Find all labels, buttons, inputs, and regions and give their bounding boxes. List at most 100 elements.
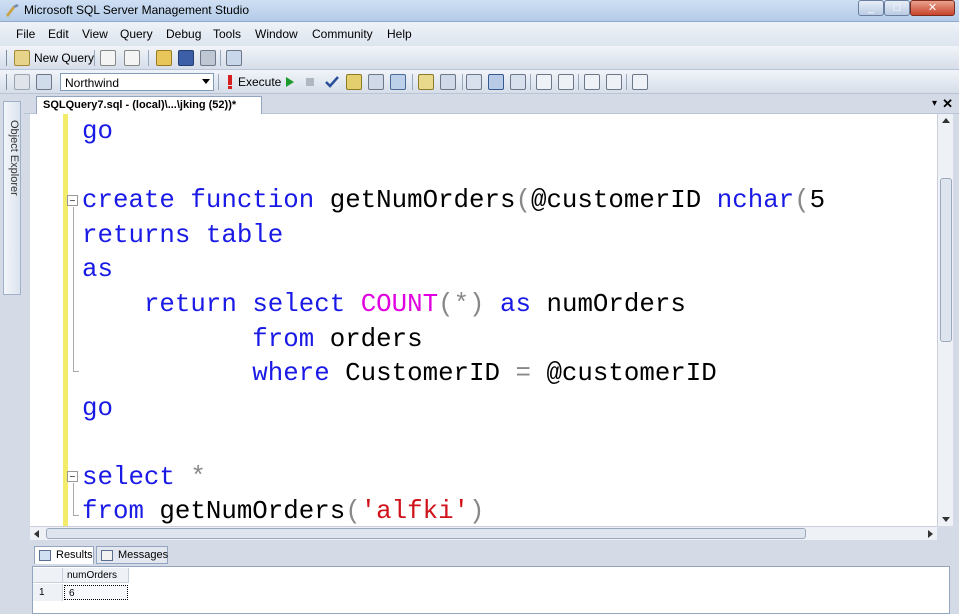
menu-community[interactable]: Community [312, 27, 373, 41]
menu-edit[interactable]: Edit [48, 27, 69, 41]
change-tracking-bar [63, 114, 68, 526]
increase-indent-icon[interactable] [606, 74, 622, 90]
query-editor[interactable]: go create function getNumOrders(@customer… [30, 114, 937, 526]
results-to-file-icon[interactable] [510, 74, 526, 90]
new-file-icon[interactable] [100, 50, 116, 66]
change-connection-icon[interactable] [36, 74, 52, 90]
menu-window[interactable]: Window [255, 27, 298, 41]
execute-button[interactable]: Execute [238, 75, 281, 89]
print-icon[interactable] [200, 50, 216, 66]
code-token: * [190, 463, 206, 492]
results-to-grid-icon[interactable] [488, 74, 504, 90]
activity-monitor-icon[interactable] [226, 50, 242, 66]
toolbar-separator [530, 74, 531, 90]
code-token: ( [515, 186, 531, 215]
tab-sqlquery7[interactable]: SQLQuery7.sql - (local)\...\jking (52))* [36, 96, 262, 114]
scroll-up-icon[interactable] [942, 118, 950, 123]
results-to-text-icon[interactable] [466, 74, 482, 90]
code-token: ) [469, 497, 485, 526]
outline-end [73, 371, 79, 372]
parse-checkmark-icon[interactable] [324, 74, 340, 90]
code-line: return select COUNT(*) as numOrders [82, 287, 686, 322]
toolbar-separator [578, 74, 579, 90]
menu-view[interactable]: View [82, 27, 108, 41]
scroll-down-icon[interactable] [942, 517, 950, 522]
maximize-button[interactable]: □ [884, 0, 910, 16]
minimize-button[interactable]: _ [858, 0, 884, 16]
editor-horizontal-scrollbar[interactable] [30, 526, 937, 540]
estimated-plan-icon[interactable] [346, 74, 362, 90]
database-engine-query-icon[interactable] [124, 50, 140, 66]
include-plan-icon[interactable] [418, 74, 434, 90]
row-number[interactable]: 1 [33, 584, 63, 601]
scroll-right-icon[interactable] [928, 530, 933, 538]
code-token: getNumOrders [314, 186, 516, 215]
specify-values-icon[interactable] [390, 74, 406, 90]
grid-corner [33, 568, 63, 583]
tab-list-dropdown-icon[interactable]: ▾ [932, 98, 937, 109]
editor-vertical-scrollbar[interactable] [937, 114, 953, 526]
menu-tools[interactable]: Tools [213, 27, 241, 41]
connect-icon[interactable] [14, 74, 30, 90]
tab-messages[interactable]: Messages [96, 546, 168, 564]
result-cell[interactable]: 6 [64, 585, 128, 600]
collapse-icon[interactable] [67, 471, 78, 482]
query-designer-icon[interactable] [368, 74, 384, 90]
code-token: @customerID [530, 186, 717, 215]
object-explorer-label: Object Explorer [8, 120, 20, 196]
code-token: numOrders [531, 290, 686, 319]
code-token: go [82, 117, 113, 146]
column-header[interactable]: numOrders [63, 568, 129, 583]
uncomment-lines-icon[interactable] [558, 74, 574, 90]
standard-toolbar: New Query [0, 46, 959, 70]
cancel-query-icon[interactable] [302, 74, 318, 90]
results-grid[interactable]: numOrders 1 6 [32, 566, 950, 614]
collapse-icon[interactable] [67, 195, 78, 206]
code-token: nchar [716, 186, 795, 215]
database-select[interactable]: Northwind [60, 73, 214, 91]
object-explorer-tab[interactable]: Object Explorer [3, 101, 21, 295]
tab-sqlquery7-label: SQLQuery7.sql - (local)\...\jking (52))* [43, 99, 237, 111]
code-token: orders [314, 325, 423, 354]
code-line: create function getNumOrders(@customerID… [82, 183, 825, 218]
database-select-value: Northwind [65, 76, 120, 90]
code-token: create [82, 186, 175, 215]
menu-file[interactable]: File [16, 27, 35, 41]
scroll-left-icon[interactable] [34, 530, 39, 538]
code-line: from getNumOrders('alfki') [82, 494, 485, 526]
code-token: go [82, 394, 113, 423]
close-button[interactable]: ✕ [910, 0, 955, 16]
code-line: go [82, 391, 113, 426]
menu-query[interactable]: Query [120, 27, 153, 41]
comment-lines-icon[interactable] [536, 74, 552, 90]
decrease-indent-icon[interactable] [584, 74, 600, 90]
code-line: where CustomerID = @customerID [82, 356, 716, 391]
new-query-button[interactable]: New Query [34, 51, 94, 65]
specify-template-icon[interactable] [632, 74, 648, 90]
tab-results-label: Results [56, 549, 93, 561]
menu-help[interactable]: Help [387, 27, 412, 41]
save-icon[interactable] [178, 50, 194, 66]
open-folder-icon[interactable] [156, 50, 172, 66]
toolbar-separator [412, 74, 413, 90]
results-pane: Results Messages numOrders 1 6 [30, 542, 953, 614]
toolbar-grip [6, 74, 7, 90]
scroll-thumb[interactable] [940, 178, 952, 342]
menu-debug[interactable]: Debug [166, 27, 201, 41]
code-token: function [190, 186, 315, 215]
tab-results[interactable]: Results [34, 546, 94, 564]
debug-play-icon[interactable] [282, 74, 298, 90]
scroll-thumb[interactable] [46, 528, 806, 539]
code-token: CustomerID [329, 359, 516, 388]
client-statistics-icon[interactable] [440, 74, 456, 90]
close-tab-icon[interactable]: ✕ [942, 96, 953, 112]
toolbar-separator [218, 74, 219, 90]
